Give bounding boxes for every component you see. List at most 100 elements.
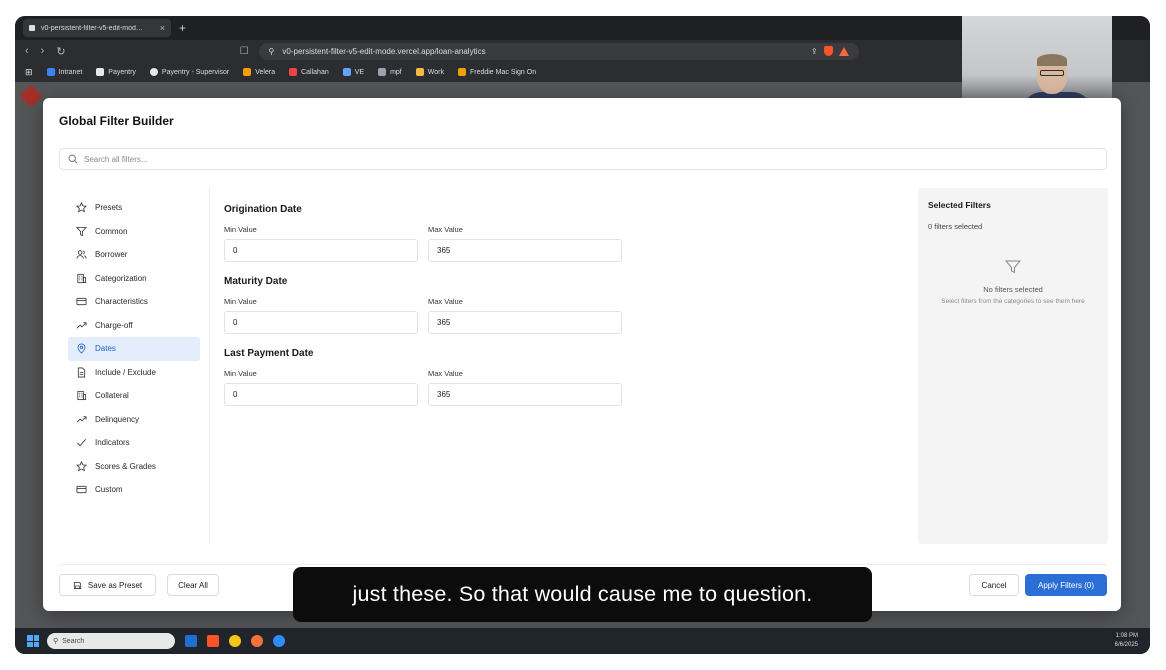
windows-taskbar: ⚲ Search 1:08 PM 6/6/2025 [15,628,1150,654]
filter-section-maturity-date: Maturity Date Min Value 0 Max Value 365 [224,276,622,334]
category-sidebar: Presets Common Borrower Categorization C… [68,196,200,502]
max-value-label: Max Value [428,225,463,234]
pin-icon [77,343,86,354]
clock-time: 1:08 PM [1115,633,1138,639]
bookmark-icon[interactable]: ☐ [240,46,249,57]
filter-section-last-payment-date: Last Payment Date Min Value 0 Max Value … [224,348,622,406]
back-icon[interactable]: ‹ [25,45,29,58]
sidebar-item-custom[interactable]: Custom [68,478,200,502]
brave-icon[interactable] [207,635,219,647]
origination-min-input[interactable]: 0 [224,239,418,262]
folder-icon [415,68,424,76]
sidebar-divider [209,188,210,544]
zoom-icon[interactable] [273,635,285,647]
apply-filters-button[interactable]: Apply Filters (0) [1025,574,1107,596]
save-preset-button[interactable]: Save as Preset [59,574,156,596]
browser-tab[interactable]: v0-persistent-filter-v5-edit-mod… × [23,19,171,37]
favicon-icon [29,25,35,31]
max-value-label: Max Value [428,297,463,306]
sidebar-item-characteristics[interactable]: Characteristics [68,290,200,314]
bookmark-callahan[interactable]: Callahan [289,68,329,76]
forward-icon[interactable]: › [41,45,45,58]
filter-search[interactable] [59,148,1107,170]
filter-section-origination-date: Origination Date Min Value 0 Max Value 3… [224,204,622,262]
taskbar-search[interactable]: ⚲ Search [47,633,175,649]
last-payment-max-input[interactable]: 365 [428,383,622,406]
bookmark-ve[interactable]: VE [342,68,364,76]
filter-builder-modal: Global Filter Builder Presets Common Bor… [43,98,1121,611]
bookmark-velera[interactable]: Velera [243,68,275,76]
section-title: Origination Date [224,204,302,215]
bookmark-mpf[interactable]: mpf [378,68,402,76]
sidebar-item-collateral[interactable]: Collateral [68,384,200,408]
taskbar-clock[interactable]: 1:08 PM 6/6/2025 [1115,632,1138,650]
desktop-screen: v0-persistent-filter-v5-edit-mod… × + ‹ … [15,16,1150,654]
filter-icon [1004,260,1022,274]
new-tab-button[interactable]: + [179,21,186,35]
share-icon[interactable]: ⇪ [811,47,818,56]
filter-content: Origination Date Min Value 0 Max Value 3… [224,204,622,420]
firefox-icon[interactable] [251,635,263,647]
sidebar-item-include-exclude[interactable]: Include / Exclude [68,361,200,385]
brave-shield-icon[interactable] [823,46,833,56]
origination-max-input[interactable]: 365 [428,239,622,262]
maturity-min-input[interactable]: 0 [224,311,418,334]
sidebar-item-presets[interactable]: Presets [68,196,200,220]
footer-divider [59,564,1107,565]
apps-grid-icon[interactable]: ⊞ [25,67,33,78]
bookmark-payentry[interactable]: Payentry [96,68,136,76]
last-payment-min-input[interactable]: 0 [224,383,418,406]
sidebar-item-borrower[interactable]: Borrower [68,243,200,267]
max-value-label: Max Value [428,369,463,378]
bookmark-intranet[interactable]: Intranet [46,68,82,76]
bookmark-payentry-supervisor[interactable]: Payentry - Supervisor [149,68,229,76]
bookmark-icon [289,68,298,76]
app-logo-icon [19,84,43,108]
min-value-label: Min Value [224,297,257,306]
taskbar-search-placeholder: Search [62,637,85,645]
building-icon [77,273,87,283]
cancel-button[interactable]: Cancel [969,574,1019,596]
sidebar-item-dates[interactable]: Dates [68,337,200,361]
card-icon [76,486,87,494]
selected-filters-count: 0 filters selected [928,222,983,231]
star-icon [76,460,87,472]
chrome-icon[interactable] [229,635,241,647]
url-text: v0-persistent-filter-v5-edit-mode.vercel… [282,46,486,56]
reload-icon[interactable]: ↻ [56,45,65,58]
sidebar-item-indicators[interactable]: Indicators [68,431,200,455]
sidebar-item-common[interactable]: Common [68,220,200,244]
sidebar-item-charge-off[interactable]: Charge-off [68,314,200,338]
filter-icon [76,226,87,237]
sidebar-item-scores-grades[interactable]: Scores & Grades [68,455,200,479]
modal-title: Global Filter Builder [59,114,174,128]
search-icon [68,154,78,164]
min-value-label: Min Value [224,369,257,378]
bookmark-icon [243,68,252,76]
card-icon [76,298,87,306]
empty-state-hint: Select filters from the categories to se… [941,298,1085,305]
clock-date: 6/6/2025 [1114,642,1138,648]
bookmark-icon [342,68,351,76]
bookmark-work[interactable]: Work [415,68,444,76]
sidebar-item-delinquency[interactable]: Delinquency [68,408,200,432]
building-icon [77,391,87,401]
trend-icon [76,416,87,423]
start-icon[interactable] [27,635,39,647]
bookmark-freddie-mac[interactable]: Freddie Mac Sign On [457,68,536,76]
tab-close-button[interactable]: × [160,23,165,33]
brave-rewards-icon[interactable] [838,46,849,56]
webcam-hair [1037,54,1067,66]
outlook-icon[interactable] [185,635,197,647]
maturity-max-input[interactable]: 365 [428,311,622,334]
search-input[interactable] [84,154,984,164]
clear-all-button[interactable]: Clear All [167,574,219,596]
url-field[interactable]: ⚲ v0-persistent-filter-v5-edit-mode.verc… [258,42,859,60]
document-icon [77,367,86,378]
sidebar-item-categorization[interactable]: Categorization [68,267,200,291]
check-icon [77,439,86,447]
tab-title: v0-persistent-filter-v5-edit-mod… [41,24,143,32]
bookmark-icon [96,68,105,76]
site-settings-icon[interactable]: ⚲ [269,47,275,56]
video-caption: just these. So that would cause me to qu… [293,567,872,622]
